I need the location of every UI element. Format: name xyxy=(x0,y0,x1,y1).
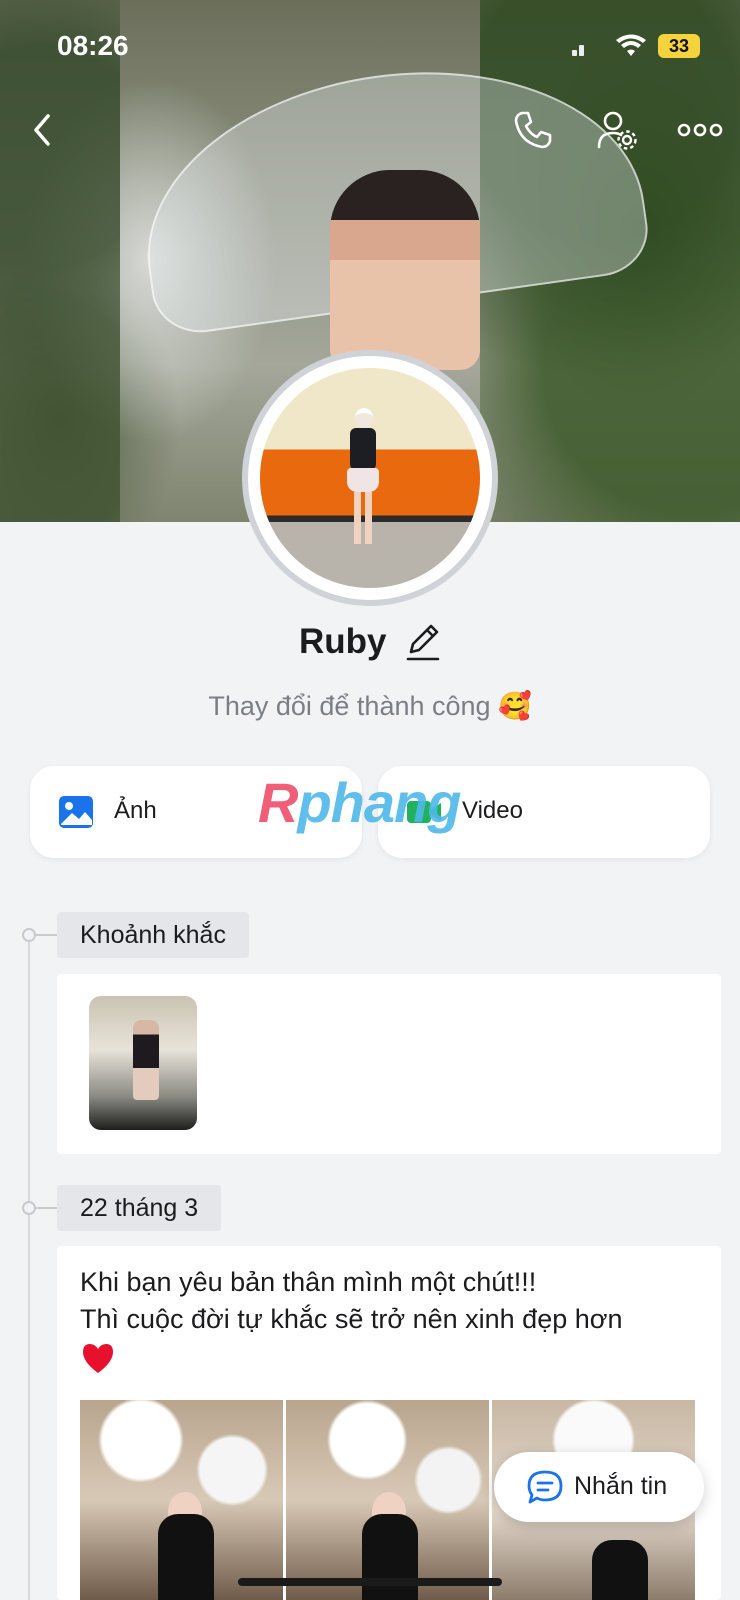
profile-name-row: Ruby xyxy=(0,622,740,662)
user-settings-icon[interactable] xyxy=(596,109,638,151)
moments-card xyxy=(57,974,721,1154)
post-text-line-2: Thì cuộc đời tự khắc sẽ trở nên xinh đẹp… xyxy=(80,1304,623,1334)
moment-thumbnail[interactable] xyxy=(89,996,197,1130)
moments-tag: Khoảnh khắc xyxy=(57,912,249,958)
message-button-label: Nhắn tin xyxy=(574,1472,668,1500)
heart-icon xyxy=(83,1344,113,1373)
timeline-dot xyxy=(22,1201,36,1215)
post-card[interactable]: Khi bạn yêu bản thân mình một chút!!! Th… xyxy=(57,1246,721,1600)
more-icon[interactable] xyxy=(676,115,724,145)
post-text: Khi bạn yêu bản thân mình một chút!!! Th… xyxy=(80,1264,700,1338)
photo-icon xyxy=(59,796,93,828)
profile-bio: Thay đổi để thành công 🥰 xyxy=(208,691,532,721)
timeline-dot xyxy=(22,928,36,942)
battery-indicator: 33 xyxy=(658,34,700,58)
home-indicator xyxy=(238,1578,502,1586)
avatar[interactable] xyxy=(242,350,498,606)
post-photo[interactable] xyxy=(286,1400,489,1600)
status-time: 08:26 xyxy=(57,30,129,61)
timeline-connector xyxy=(36,1207,58,1209)
timeline-line xyxy=(28,935,30,1600)
video-button-label: Video xyxy=(462,797,523,824)
edit-icon[interactable] xyxy=(405,622,441,662)
post-photo[interactable] xyxy=(80,1400,283,1600)
message-button[interactable]: Nhắn tin xyxy=(494,1452,704,1522)
cellular-signal-icon xyxy=(572,42,586,56)
photo-button-label: Ảnh xyxy=(114,797,157,824)
timeline-connector xyxy=(36,934,58,936)
wifi-icon xyxy=(616,34,646,56)
chat-icon xyxy=(527,1470,563,1504)
cover-person xyxy=(330,170,480,370)
back-icon[interactable] xyxy=(28,110,58,150)
cover-foliage-left xyxy=(0,0,120,522)
post-text-line-1: Khi bạn yêu bản thân mình một chút!!! xyxy=(80,1267,537,1297)
post-date-tag: 22 tháng 3 xyxy=(57,1185,222,1231)
status-bar: 08:26 33 xyxy=(0,30,740,64)
watermark-logo: Rphang xyxy=(258,771,461,834)
avatar-photo xyxy=(260,368,480,588)
phone-icon[interactable] xyxy=(512,109,554,151)
profile-name: Ruby xyxy=(299,622,387,661)
avatar-figure xyxy=(344,408,382,548)
top-nav xyxy=(0,105,740,155)
